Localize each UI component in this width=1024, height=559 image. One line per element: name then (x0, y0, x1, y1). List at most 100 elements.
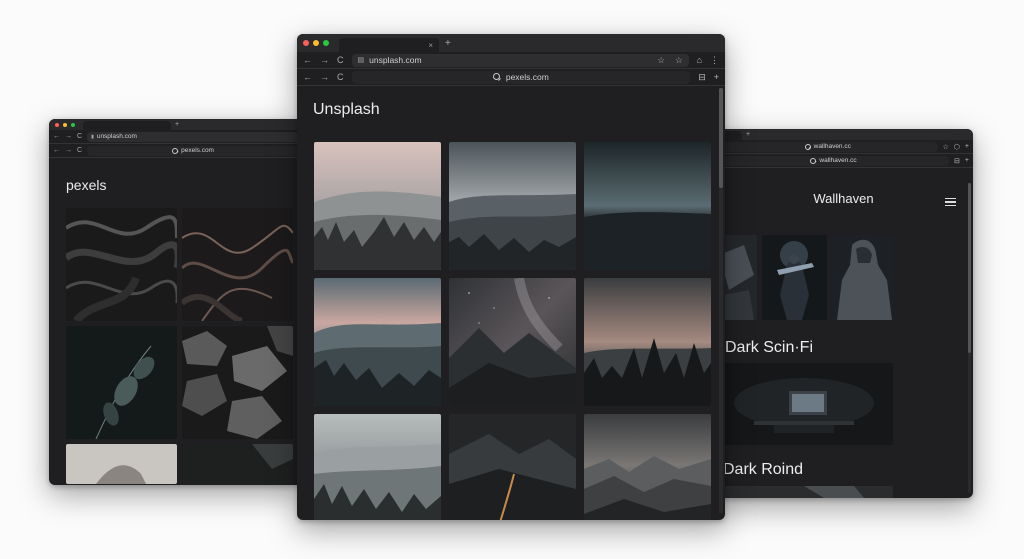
lock-icon: ▮ (91, 133, 94, 140)
search-url-text: pexels.com (505, 72, 549, 82)
wallhaven-browser-window: + wallhaven.cc ☆ ⬡ + wallhaven.cc ⊟ + Wa… (714, 129, 973, 498)
forward-button[interactable]: → (320, 55, 329, 65)
forward-button-2[interactable]: → (65, 147, 72, 154)
scrollbar-thumb[interactable] (968, 183, 971, 353)
plus-icon[interactable]: + (965, 143, 969, 150)
reload-button[interactable]: C (337, 55, 344, 65)
tab-bar: + (714, 129, 973, 140)
minimize-window-button[interactable] (313, 40, 319, 46)
photo-dark-texture[interactable] (182, 444, 293, 484)
scrollbar-thumb[interactable] (719, 88, 723, 188)
scrollbar[interactable] (968, 183, 971, 493)
photo-grid (66, 208, 293, 484)
scrollbar[interactable] (719, 88, 723, 513)
address-bar[interactable]: ▮ unsplash.com (87, 131, 299, 142)
site-title: pexels (66, 177, 107, 193)
photo-dark-horizon[interactable] (584, 142, 711, 270)
photo-partial-bottom[interactable] (714, 486, 893, 498)
site-title: Unsplash (313, 101, 380, 118)
photo-dark-rocks[interactable] (182, 326, 293, 439)
photo-misty-forest[interactable] (314, 142, 441, 270)
photo-foggy-hills[interactable] (314, 414, 441, 520)
back-button[interactable]: ← (53, 133, 60, 140)
photo-light-sculpture[interactable] (66, 444, 177, 484)
photo-grid (314, 142, 711, 520)
photo-night-road[interactable] (449, 414, 576, 520)
menu-dots-icon[interactable]: ⋮ (710, 55, 719, 66)
photo-milky-way[interactable] (449, 278, 576, 406)
extension-icon[interactable]: ⌂ (697, 55, 702, 65)
tab-bar: × + (297, 34, 725, 52)
site-header: Wallhaven (714, 191, 973, 206)
search-toolbar: ← → C pexels.com ⊟ + (297, 69, 725, 86)
url-text: unsplash.com (96, 133, 137, 140)
back-button-2[interactable]: ← (303, 72, 312, 82)
photo-eucalyptus[interactable] (66, 326, 177, 439)
search-icon-2 (810, 157, 817, 164)
reload-button[interactable]: C (77, 133, 82, 140)
maximize-window-button[interactable] (323, 40, 329, 46)
search-bar[interactable]: pexels.com (351, 70, 691, 84)
unsplash-browser-window: × + ← → C ▤ unsplash.com ☆ ☆ ⌂ ⋮ ← → C p… (297, 34, 725, 520)
browser-tab[interactable] (83, 121, 171, 130)
window-controls (297, 40, 329, 46)
search-toolbar: wallhaven.cc ⊟ + (714, 154, 973, 168)
photo-cloudy-ridges[interactable] (449, 142, 576, 270)
url-text: unsplash.com (369, 55, 422, 65)
minimize-window-button[interactable] (63, 122, 67, 127)
new-tab-button[interactable]: + (746, 131, 750, 138)
search-bar[interactable]: wallhaven.cc (718, 155, 950, 166)
window-controls (49, 122, 75, 127)
forward-button-2[interactable]: → (320, 72, 329, 82)
address-bar[interactable]: wallhaven.cc (718, 141, 938, 152)
photo-armored-warrior[interactable] (762, 235, 827, 320)
new-tab-button[interactable]: + (445, 38, 451, 49)
search-icon (172, 147, 179, 154)
forward-button[interactable]: → (65, 133, 72, 140)
thumbnail-row (714, 235, 894, 320)
photo-foggy-valley[interactable] (314, 278, 441, 406)
plus-icon[interactable]: + (714, 72, 719, 82)
back-button-2[interactable]: ← (53, 147, 60, 154)
star-icon[interactable]: ☆ (943, 143, 949, 151)
photo-dark-marble[interactable] (66, 208, 177, 321)
address-bar[interactable]: ▤ unsplash.com ☆ ☆ (351, 53, 689, 67)
new-tab-button[interactable]: + (175, 121, 179, 128)
browser-tab[interactable]: × (339, 38, 439, 52)
close-tab-icon[interactable]: × (428, 41, 433, 50)
address-toolbar: wallhaven.cc ☆ ⬡ + (714, 140, 973, 154)
site-title: Wallhaven (813, 191, 874, 206)
extension-icon[interactable]: ⬡ (954, 143, 960, 151)
search-icon (492, 73, 501, 81)
reload-button-2[interactable]: C (337, 72, 344, 82)
section-heading-round: Dark Roind (723, 461, 804, 478)
reader-icon[interactable]: ⊟ (954, 157, 960, 165)
star-outline-icon[interactable]: ☆ (675, 55, 683, 66)
photo-pine-dusk[interactable] (584, 278, 711, 406)
search-url-text: wallhaven.cc (819, 157, 857, 164)
reload-button-2[interactable]: C (77, 147, 82, 154)
reader-icon[interactable]: ⊟ (698, 72, 706, 83)
search-bar[interactable]: pexels.com (87, 145, 299, 156)
search-toolbar: ← → C pexels.com (49, 144, 303, 158)
plus-icon-2[interactable]: + (965, 157, 969, 164)
section-heading-scifi: Dark Scin·Fi (725, 339, 814, 356)
photo-layered-range[interactable] (584, 414, 711, 520)
photo-hooded-soldier[interactable] (832, 235, 894, 320)
close-window-button[interactable] (55, 122, 59, 127)
close-window-button[interactable] (303, 40, 309, 46)
maximize-window-button[interactable] (71, 122, 75, 127)
address-toolbar: ← → C ▮ unsplash.com (49, 130, 303, 144)
page-icon: ▤ (357, 57, 365, 64)
back-button[interactable]: ← (303, 55, 312, 65)
tab-bar: + (49, 119, 303, 130)
photo-computer-desk[interactable] (714, 363, 893, 445)
photo-marble-copper[interactable] (182, 208, 293, 321)
menu-hamburger-icon[interactable] (945, 198, 956, 206)
search-url-text: pexels.com (181, 147, 214, 154)
url-text: wallhaven.cc (813, 143, 851, 150)
address-toolbar: ← → C ▤ unsplash.com ☆ ☆ ⌂ ⋮ (297, 52, 725, 69)
star-icon[interactable]: ☆ (657, 55, 665, 66)
pexels-browser-window: + ← → C ▮ unsplash.com ← → C pexels.com … (49, 119, 303, 485)
search-icon (804, 143, 811, 150)
